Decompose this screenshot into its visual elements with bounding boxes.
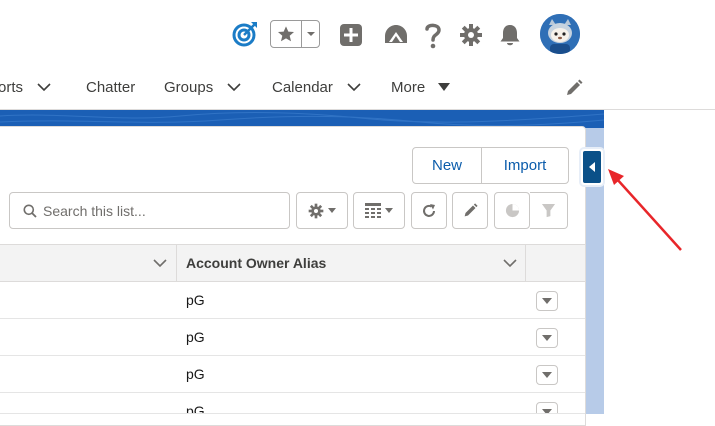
pencil-icon xyxy=(463,203,478,218)
nav-item-reports[interactable]: orts xyxy=(0,64,51,110)
add-icon[interactable] xyxy=(338,22,364,48)
search-list-input[interactable]: Search this list... xyxy=(9,192,290,229)
setup-gear-icon[interactable] xyxy=(458,22,484,48)
global-header xyxy=(0,0,715,64)
owner-alias-cell: pG xyxy=(186,366,205,382)
trailhead-icon[interactable] xyxy=(382,22,410,48)
chevron-down-icon[interactable] xyxy=(227,82,241,92)
filter-icon xyxy=(541,203,556,218)
column-sort-chevron-icon[interactable] xyxy=(150,245,170,281)
caret-left-icon xyxy=(589,162,595,172)
list-actions-button-group: New Import xyxy=(412,147,569,184)
help-icon[interactable] xyxy=(420,20,446,50)
owner-alias-cell: pG xyxy=(186,329,205,345)
side-panel-toggle-button[interactable] xyxy=(581,149,603,185)
nav-item-label: More xyxy=(391,78,426,96)
nav-item-more[interactable]: More xyxy=(391,64,451,110)
chevron-down-icon[interactable] xyxy=(37,82,51,92)
list-view-controls-button[interactable] xyxy=(296,192,348,229)
caret-down-icon[interactable] xyxy=(438,82,451,92)
inline-edit-button[interactable] xyxy=(452,192,488,229)
filters-button[interactable] xyxy=(530,192,568,229)
nav-item-groups[interactable]: Groups xyxy=(164,64,241,110)
table-header-row: Account Owner Alias xyxy=(0,244,585,282)
nav-item-label: Calendar xyxy=(272,78,333,96)
caret-down-icon xyxy=(328,208,336,213)
app-navigation-bar: orts Chatter Groups Calendar More xyxy=(0,64,715,110)
nav-item-label: orts xyxy=(0,78,24,96)
notifications-bell-icon[interactable] xyxy=(497,22,523,48)
gear-icon xyxy=(308,203,324,219)
target-icon[interactable] xyxy=(230,20,260,48)
pie-chart-icon xyxy=(505,203,520,218)
import-button[interactable]: Import xyxy=(482,148,568,183)
row-actions-dropdown-icon[interactable] xyxy=(536,365,558,385)
refresh-icon xyxy=(421,203,437,219)
caret-down-icon xyxy=(385,208,393,213)
new-button[interactable]: New xyxy=(413,148,482,183)
chevron-down-icon[interactable] xyxy=(347,82,361,92)
edit-nav-pencil-icon[interactable] xyxy=(564,78,584,98)
nav-item-calendar[interactable]: Calendar xyxy=(272,64,361,110)
column-divider[interactable] xyxy=(525,245,526,281)
favorites-button-group xyxy=(270,20,320,48)
table-icon xyxy=(365,203,381,218)
table-row: pG xyxy=(0,356,585,393)
nav-item-label: Chatter xyxy=(86,78,136,96)
column-divider[interactable] xyxy=(176,245,177,281)
charts-button[interactable] xyxy=(494,192,530,229)
row-actions-dropdown-icon[interactable] xyxy=(536,402,558,413)
favorite-star-icon[interactable] xyxy=(271,21,302,47)
row-actions-dropdown-icon[interactable] xyxy=(536,291,558,311)
table-row: pG xyxy=(0,319,585,356)
nav-item-chatter[interactable]: Chatter xyxy=(86,64,135,110)
column-menu-chevron-icon[interactable] xyxy=(500,245,520,281)
favorites-list-chevron-icon[interactable] xyxy=(302,21,319,47)
table-row: pG xyxy=(0,393,585,414)
owner-alias-cell: pG xyxy=(186,292,205,308)
search-icon xyxy=(23,204,37,218)
table-row: pG xyxy=(0,282,585,319)
column-header-account-owner-alias[interactable]: Account Owner Alias xyxy=(186,245,486,281)
user-avatar[interactable] xyxy=(540,14,580,54)
column-header-label: Account Owner Alias xyxy=(186,255,327,271)
search-placeholder: Search this list... xyxy=(43,202,146,219)
display-as-table-button[interactable] xyxy=(353,192,405,229)
refresh-button[interactable] xyxy=(411,192,447,229)
owner-alias-cell: pG xyxy=(186,403,205,414)
panel-toggle-body xyxy=(583,151,601,183)
nav-item-label: Groups xyxy=(164,78,214,96)
row-actions-dropdown-icon[interactable] xyxy=(536,328,558,348)
